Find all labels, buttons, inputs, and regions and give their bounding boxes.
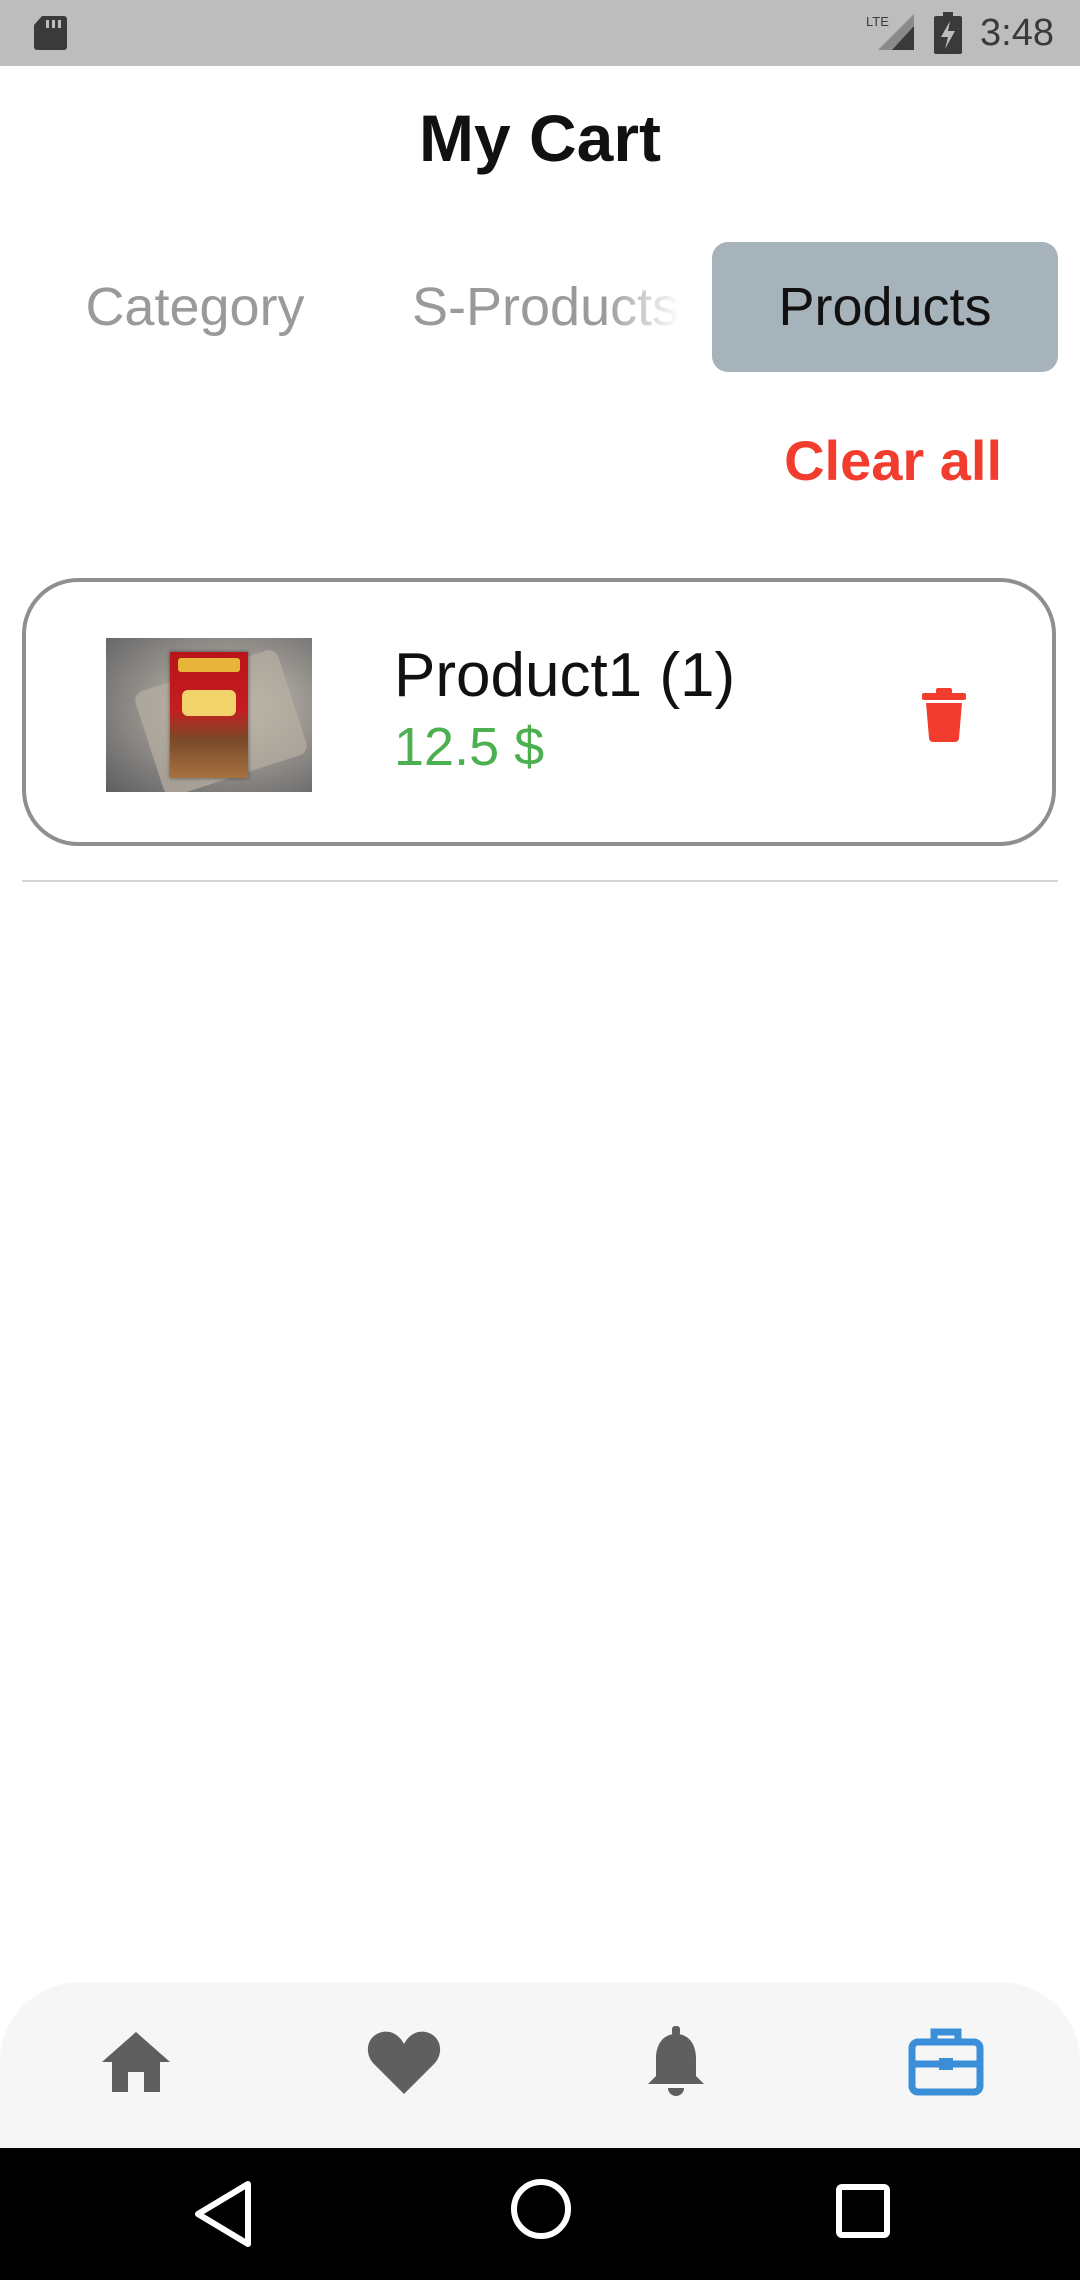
back-icon[interactable]	[190, 2178, 256, 2250]
trash-icon[interactable]	[922, 688, 966, 742]
tab-s-products[interactable]: S-Products	[380, 242, 680, 372]
page-title: My Cart	[418, 101, 662, 175]
status-bar: LTE 3:48	[0, 0, 1080, 66]
briefcase-icon[interactable]	[906, 2022, 986, 2102]
cart-item-name: Product1 (1)	[394, 641, 736, 710]
lte-signal-icon: LTE	[866, 14, 914, 50]
heart-icon[interactable]	[364, 2022, 444, 2102]
status-time: 3:48	[980, 12, 1054, 54]
product-thumbnail	[106, 638, 312, 792]
battery-charging-icon	[934, 12, 962, 54]
recent-apps-icon[interactable]	[834, 2182, 892, 2240]
cart-item-price: 12.5 $	[394, 717, 545, 777]
divider	[22, 880, 1058, 882]
home-circle-icon[interactable]	[508, 2176, 574, 2242]
clear-all-button[interactable]: Clear all	[784, 428, 1002, 493]
system-nav-bar	[0, 2148, 1080, 2280]
lte-label: LTE	[866, 14, 889, 29]
tab-category[interactable]: Category	[40, 242, 350, 372]
tab-products[interactable]: Products	[712, 242, 1058, 372]
bell-icon[interactable]	[636, 2022, 716, 2102]
bottom-nav	[0, 1982, 1080, 2148]
sd-card-icon	[34, 16, 67, 50]
cart-item-card[interactable]: Product1 (1) 12.5 $	[22, 578, 1056, 846]
home-icon[interactable]	[96, 2022, 176, 2102]
